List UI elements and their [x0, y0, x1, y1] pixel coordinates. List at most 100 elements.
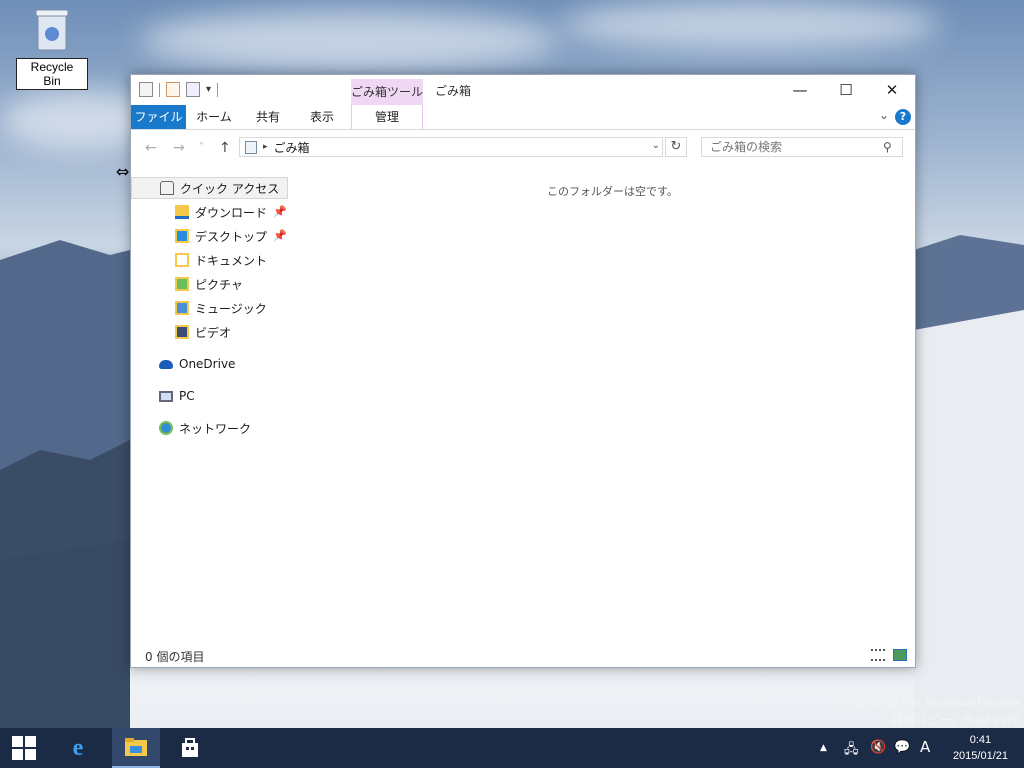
- explorer-window: ▾ ごみ箱ツール ごみ箱 — ☐ ✕ ファイル ホーム 共有 表示 管理 ⌄ ?…: [130, 74, 916, 668]
- maximize-button[interactable]: ☐: [823, 75, 869, 105]
- watermark-line-2: 評価コピー。Build 9926: [891, 713, 1020, 727]
- nav-pc-label: PC: [179, 389, 195, 403]
- nav-desktop[interactable]: デスクトップ: [175, 225, 267, 247]
- cloud: [140, 10, 560, 70]
- nav-downloads[interactable]: ダウンロード: [175, 201, 267, 223]
- context-tab-group-label: ごみ箱ツール: [351, 79, 423, 105]
- up-button[interactable]: ↑: [219, 140, 231, 156]
- computer-icon: [159, 390, 173, 402]
- store-bag-icon: [182, 738, 198, 757]
- build-watermark: Windows 10 Pro Technical Preview 評価コピー。B…: [833, 693, 1020, 729]
- quick-access-toolbar: ▾: [139, 82, 219, 97]
- system-clock[interactable]: 0:41 2015/01/21: [953, 732, 1008, 764]
- nav-onedrive[interactable]: OneDrive: [159, 353, 235, 375]
- divider: [217, 82, 219, 97]
- nav-quick-access[interactable]: クイック アクセス: [131, 177, 288, 199]
- start-button[interactable]: [0, 728, 48, 768]
- nav-onedrive-label: OneDrive: [179, 357, 236, 371]
- window-title: ごみ箱: [435, 84, 472, 98]
- cloud: [560, 0, 940, 50]
- breadcrumb-arrow-icon[interactable]: ▸: [263, 142, 268, 152]
- nav-pc[interactable]: PC: [159, 385, 195, 407]
- store-button[interactable]: [166, 728, 214, 768]
- pin-icon[interactable]: 📌: [273, 229, 287, 242]
- item-count: 0 個の項目: [145, 650, 205, 664]
- taskbar: e ▲ 🖧 🔇 💬 A 0:41 2015/01/21: [0, 728, 1024, 768]
- nav-downloads-label: ダウンロード: [195, 205, 268, 220]
- ribbon-expand-icon[interactable]: ⌄: [879, 108, 889, 122]
- new-folder-icon[interactable]: [186, 82, 200, 97]
- clock-date: 2015/01/21: [952, 750, 1008, 762]
- downloads-icon: [175, 205, 189, 219]
- watermark-line-1: Windows 10 Pro Technical Preview: [833, 695, 1020, 709]
- search-icon: ⚲: [883, 140, 892, 154]
- tab-file[interactable]: ファイル: [131, 105, 186, 129]
- internet-explorer-button[interactable]: e: [54, 728, 102, 768]
- tab-manage[interactable]: 管理: [351, 105, 423, 129]
- recycle-bin-label[interactable]: Recycle Bin: [16, 58, 88, 90]
- nav-pictures[interactable]: ピクチャ: [175, 273, 243, 295]
- nav-documents-label: ドキュメント: [195, 253, 268, 268]
- action-center-icon[interactable]: 💬: [894, 740, 910, 755]
- clock-time: 0:41: [969, 734, 992, 746]
- large-icons-view-icon[interactable]: [893, 649, 907, 661]
- recycle-bin-small-icon: [139, 82, 153, 97]
- nav-music[interactable]: ミュージック: [175, 297, 267, 319]
- address-bar[interactable]: ▸ ごみ箱 ⌄: [239, 137, 663, 157]
- pictures-icon: [175, 277, 189, 291]
- nav-quick-access-label: クイック アクセス: [180, 181, 280, 196]
- help-button[interactable]: ?: [895, 109, 911, 125]
- nav-network[interactable]: ネットワーク: [159, 417, 251, 439]
- home-icon: [160, 181, 174, 195]
- network-status-icon[interactable]: 🖧: [844, 740, 859, 762]
- tab-home[interactable]: ホーム: [191, 105, 237, 129]
- recycle-bin-icon: [34, 8, 70, 52]
- pin-icon[interactable]: 📌: [273, 205, 287, 218]
- details-view-icon[interactable]: [871, 649, 885, 661]
- volume-muted-icon[interactable]: 🔇: [870, 740, 886, 755]
- ime-indicator[interactable]: A: [920, 738, 930, 756]
- properties-icon[interactable]: [166, 82, 180, 97]
- music-icon: [175, 301, 189, 315]
- back-button[interactable]: ←: [145, 140, 157, 156]
- nav-network-label: ネットワーク: [179, 421, 252, 436]
- network-globe-icon: [159, 421, 173, 435]
- minimize-button[interactable]: —: [777, 75, 823, 105]
- nav-videos-label: ビデオ: [195, 325, 232, 340]
- recycle-bin-address-icon: [245, 140, 257, 154]
- show-hidden-icons-chevron-icon[interactable]: ▲: [820, 743, 827, 753]
- navigation-pane: クイック アクセス ダウンロード 📌 デスクトップ 📌 ドキュメント ピクチャ …: [131, 167, 301, 637]
- status-bar: 0 個の項目: [131, 643, 915, 667]
- nav-music-label: ミュージック: [195, 301, 267, 316]
- customize-dropdown-icon[interactable]: ▾: [206, 84, 211, 95]
- file-explorer-button[interactable]: [112, 728, 160, 768]
- folder-icon: [125, 738, 147, 756]
- divider: [159, 82, 160, 97]
- tab-view[interactable]: 表示: [299, 105, 345, 129]
- nav-desktop-label: デスクトップ: [195, 229, 268, 244]
- internet-explorer-icon: e: [72, 734, 84, 761]
- recent-locations-button[interactable]: ˅: [199, 142, 204, 153]
- search-input[interactable]: ごみ箱の検索: [701, 137, 903, 157]
- documents-icon: [175, 253, 189, 267]
- videos-icon: [175, 325, 189, 339]
- address-dropdown-icon[interactable]: ⌄: [652, 140, 660, 151]
- empty-folder-message: このフォルダーは空です。: [547, 185, 678, 198]
- close-button[interactable]: ✕: [869, 75, 915, 105]
- breadcrumb-recycle-bin[interactable]: ごみ箱: [274, 139, 310, 156]
- nav-pictures-label: ピクチャ: [195, 277, 243, 292]
- resize-cursor-icon: ⇔: [116, 162, 130, 181]
- tab-share[interactable]: 共有: [245, 105, 291, 129]
- navigation-bar: ← → ˅ ↑ ▸ ごみ箱 ⌄ ↻ ごみ箱の検索 ⚲: [131, 130, 915, 166]
- recycle-bin-desktop-icon[interactable]: Recycle Bin: [16, 8, 88, 90]
- ribbon-tab-bar: ファイル ホーム 共有 表示 管理 ⌄ ?: [131, 105, 915, 130]
- windows-logo-icon: [12, 736, 36, 760]
- desktop-folder-icon: [175, 229, 189, 243]
- forward-button[interactable]: →: [173, 140, 185, 156]
- nav-documents[interactable]: ドキュメント: [175, 249, 267, 271]
- title-bar[interactable]: ▾ ごみ箱ツール ごみ箱 — ☐ ✕: [131, 75, 915, 105]
- refresh-button[interactable]: ↻: [665, 137, 687, 157]
- nav-videos[interactable]: ビデオ: [175, 321, 231, 343]
- file-list[interactable]: このフォルダーは空です。: [301, 167, 913, 637]
- onedrive-cloud-icon: [159, 359, 173, 369]
